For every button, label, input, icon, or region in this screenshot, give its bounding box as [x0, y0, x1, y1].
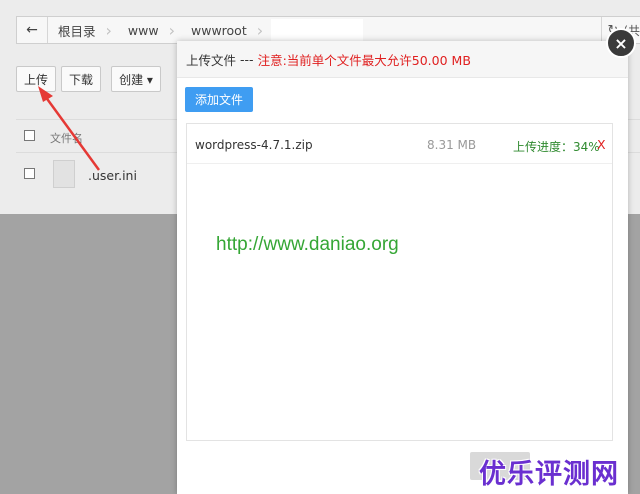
- create-dropdown-button[interactable]: 创建 ▾: [111, 66, 161, 92]
- file-name[interactable]: .user.ini: [88, 168, 137, 183]
- chevron-right-icon: ›: [168, 20, 175, 40]
- upload-file-size: 8.31 MB: [427, 138, 477, 152]
- size-limit-notice: 注意:当前单个文件最大允许50.00 MB: [257, 52, 471, 68]
- column-header-filename: 文件名: [50, 132, 83, 145]
- back-button[interactable]: ←: [17, 17, 48, 43]
- row-checkbox[interactable]: [24, 168, 35, 179]
- breadcrumb: ← 根目录› www› wwwroot› ↻ (共: [16, 16, 640, 44]
- path-input[interactable]: [271, 19, 364, 41]
- select-all-checkbox[interactable]: [24, 130, 35, 141]
- dialog-header: 上传文件 --- 注意:当前单个文件最大允许50.00 MB: [177, 41, 628, 78]
- upload-dialog: 上传文件 --- 注意:当前单个文件最大允许50.00 MB 添加文件 word…: [177, 41, 628, 494]
- close-dialog-button[interactable]: ×: [606, 28, 636, 58]
- add-file-button[interactable]: 添加文件: [185, 87, 253, 112]
- upload-queue: wordpress-4.7.1.zip 8.31 MB 上传进度：34% X: [186, 123, 613, 441]
- close-icon: ×: [614, 33, 628, 53]
- download-button[interactable]: 下载: [61, 66, 101, 92]
- upload-file-name: wordpress-4.7.1.zip: [195, 138, 313, 152]
- remove-upload-button[interactable]: X: [597, 137, 606, 152]
- breadcrumb-item-root[interactable]: 根目录 ›: [48, 17, 118, 43]
- arrow-left-icon: ←: [26, 22, 38, 38]
- watermark-brand: 优乐评测网: [479, 459, 619, 490]
- list-item: wordpress-4.7.1.zip 8.31 MB 上传进度：34% X: [187, 124, 612, 164]
- upload-button[interactable]: 上传: [16, 66, 56, 92]
- breadcrumb-item-wwwroot[interactable]: wwwroot ›: [181, 17, 269, 43]
- chevron-right-icon: ›: [256, 20, 264, 40]
- upload-progress: 上传进度：34%: [513, 140, 600, 154]
- file-icon: [53, 160, 75, 188]
- watermark-url: http://www.daniao.org: [216, 234, 399, 255]
- dialog-title: 上传文件: [186, 52, 237, 68]
- breadcrumb-item-www[interactable]: www ›: [118, 17, 181, 43]
- chevron-right-icon: ›: [105, 20, 112, 40]
- title-separator: ---: [240, 51, 254, 67]
